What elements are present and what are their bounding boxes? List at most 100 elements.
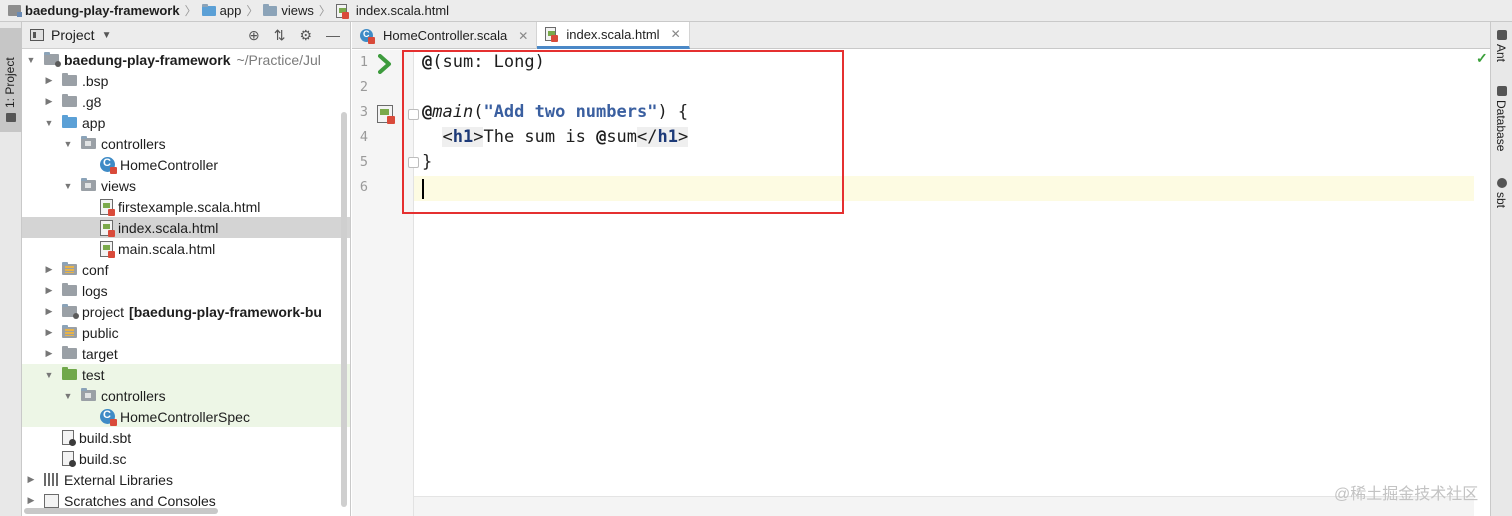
tree-item-main[interactable]: ▶ main.scala.html [22,238,350,259]
tree-item-test-controllers[interactable]: ▼ controllers [22,385,350,406]
tree-item-index[interactable]: ▶ index.scala.html [22,217,350,238]
code-editor[interactable]: 1 2 3 4 5 6 @(sum: Long) @main("Add two … [352,50,1490,516]
tree-item-label: firstexample.scala.html [118,198,261,215]
collapsed-arrow-icon[interactable]: ▶ [44,285,54,296]
tree-item-label: build.sc [79,450,127,467]
tree-item-conf[interactable]: ▶ conf [22,259,350,280]
tree-item-build-sc[interactable]: ▶ build.sc [22,448,350,469]
chevron-down-icon[interactable]: ▼ [102,30,112,41]
html-template-icon [100,219,115,237]
watermark: @稀土掘金技术社区 [1334,486,1479,503]
breadcrumb-file[interactable]: index.scala.html [335,3,450,19]
collapsed-arrow-icon[interactable]: ▶ [44,75,54,86]
collapse-all-icon[interactable]: ⇅ [274,27,286,44]
tool-tab-database[interactable]: Database [1491,86,1512,166]
tree-item-external-libraries[interactable]: ▶ External Libraries [22,469,350,490]
html-template-icon [100,198,115,216]
line-number: 4 [359,129,368,145]
line-number: 1 [359,54,368,70]
editor-horizontal-scrollbar[interactable] [414,496,1490,516]
breadcrumb-project[interactable]: baedung-play-framework [8,3,180,18]
collapsed-arrow-icon[interactable]: ▶ [44,306,54,317]
ant-icon [1497,30,1507,40]
tree-item-label: .g8 [82,93,102,110]
expanded-arrow-icon[interactable]: ▼ [63,139,73,149]
folder-icon [201,3,216,16]
tree-item-homecontroller[interactable]: ▶ HomeController [22,154,350,175]
tree-item-bsp[interactable]: ▶ .bsp [22,70,350,91]
breadcrumb-views[interactable]: views [263,3,314,18]
expanded-arrow-icon[interactable]: ▼ [63,181,73,191]
expanded-arrow-icon[interactable]: ▼ [63,391,73,401]
tree-item-target[interactable]: ▶ target [22,343,350,364]
html-template-icon [100,240,115,258]
tree-item-label: conf [82,261,109,278]
editor-tab-bar: HomeController.scala ✕ index.scala.html … [352,22,1490,49]
template-gutter-icon[interactable] [377,105,395,124]
tree-item-label: build.sbt [79,429,132,446]
resources-folder-icon [62,325,77,338]
project-view-icon [30,29,44,41]
vertical-scrollbar[interactable] [341,112,347,507]
breadcrumb-project-label: baedung-play-framework [25,3,180,18]
tree-item-label: baedung-play-framework [64,51,231,68]
tree-item-build-sbt[interactable]: ▶ build.sbt [22,427,350,448]
tree-item-label: main.scala.html [118,240,216,257]
project-panel-title[interactable]: Project [51,27,95,43]
tree-item-test[interactable]: ▼ test [22,364,350,385]
horizontal-scrollbar[interactable] [24,508,218,514]
breadcrumb-app[interactable]: app [201,3,241,18]
collapsed-arrow-icon[interactable]: ▶ [26,474,36,485]
line-number: 3 [359,104,368,120]
line-number: 2 [359,79,368,95]
tree-item-module-name: [baedung-play-framework-bu [129,303,322,320]
collapsed-arrow-icon[interactable]: ▶ [44,264,54,275]
close-icon[interactable]: ✕ [671,27,681,41]
tool-tab-project-label: 1: Project [3,57,17,108]
run-gutter-icon[interactable] [378,54,392,74]
resources-folder-icon [62,262,77,275]
tree-item-app[interactable]: ▼ app [22,112,350,133]
red-annotation-box [402,50,844,214]
tree-item-controllers[interactable]: ▼ controllers [22,133,350,154]
tree-item-label: logs [82,282,108,299]
tree-item-project[interactable]: ▶ project [baedung-play-framework-bu [22,301,350,322]
tool-tab-sbt-label: sbt [1494,192,1508,209]
close-icon[interactable]: ✕ [518,29,528,43]
tree-item-logs[interactable]: ▶ logs [22,280,350,301]
tree-item-g8[interactable]: ▶ .g8 [22,91,350,112]
chevron-right-icon: 〉 [246,4,259,18]
check-icon[interactable]: ✓ [1476,50,1488,67]
expanded-arrow-icon[interactable]: ▼ [44,370,54,380]
tree-item-label: test [82,366,105,383]
line-number: 5 [359,154,368,170]
breadcrumb: baedung-play-framework 〉 app 〉 views 〉 i… [0,0,1512,22]
html-file-icon [335,3,349,19]
tree-item-label: HomeControllerSpec [120,408,250,425]
expanded-arrow-icon[interactable]: ▼ [44,118,54,128]
tree-item-homecontrollerspec[interactable]: ▶ HomeControllerSpec [22,406,350,427]
gear-icon[interactable]: ⚙ [299,27,312,44]
tree-item-views[interactable]: ▼ views [22,175,350,196]
collapsed-arrow-icon[interactable]: ▶ [44,327,54,338]
minimize-icon[interactable]: — [326,27,340,44]
tool-tab-project[interactable]: 1: Project [0,28,22,132]
locate-icon[interactable]: ⊕ [248,27,260,44]
collapsed-arrow-icon[interactable]: ▶ [44,96,54,107]
breadcrumb-file-label: index.scala.html [355,3,450,18]
tree-item-firstexample[interactable]: ▶ firstexample.scala.html [22,196,350,217]
expanded-arrow-icon[interactable]: ▼ [26,55,36,65]
editor-tab-homecontroller[interactable]: HomeController.scala ✕ [352,22,538,49]
tree-item-label: External Libraries [64,471,173,488]
tree-item-label: public [82,324,119,341]
tool-tab-sbt[interactable]: sbt [1491,178,1512,218]
collapsed-arrow-icon[interactable]: ▶ [26,495,36,506]
folder-icon [62,73,77,86]
editor-tab-index[interactable]: index.scala.html ✕ [537,22,690,49]
html-template-icon [545,27,559,42]
tool-tab-ant[interactable]: Ant [1491,30,1512,70]
collapsed-arrow-icon[interactable]: ▶ [44,348,54,359]
tree-item-root[interactable]: ▼ baedung-play-framework ~/Practice/Jul [22,49,350,70]
editor-tab-label: index.scala.html [566,26,660,42]
tree-item-public[interactable]: ▶ public [22,322,350,343]
